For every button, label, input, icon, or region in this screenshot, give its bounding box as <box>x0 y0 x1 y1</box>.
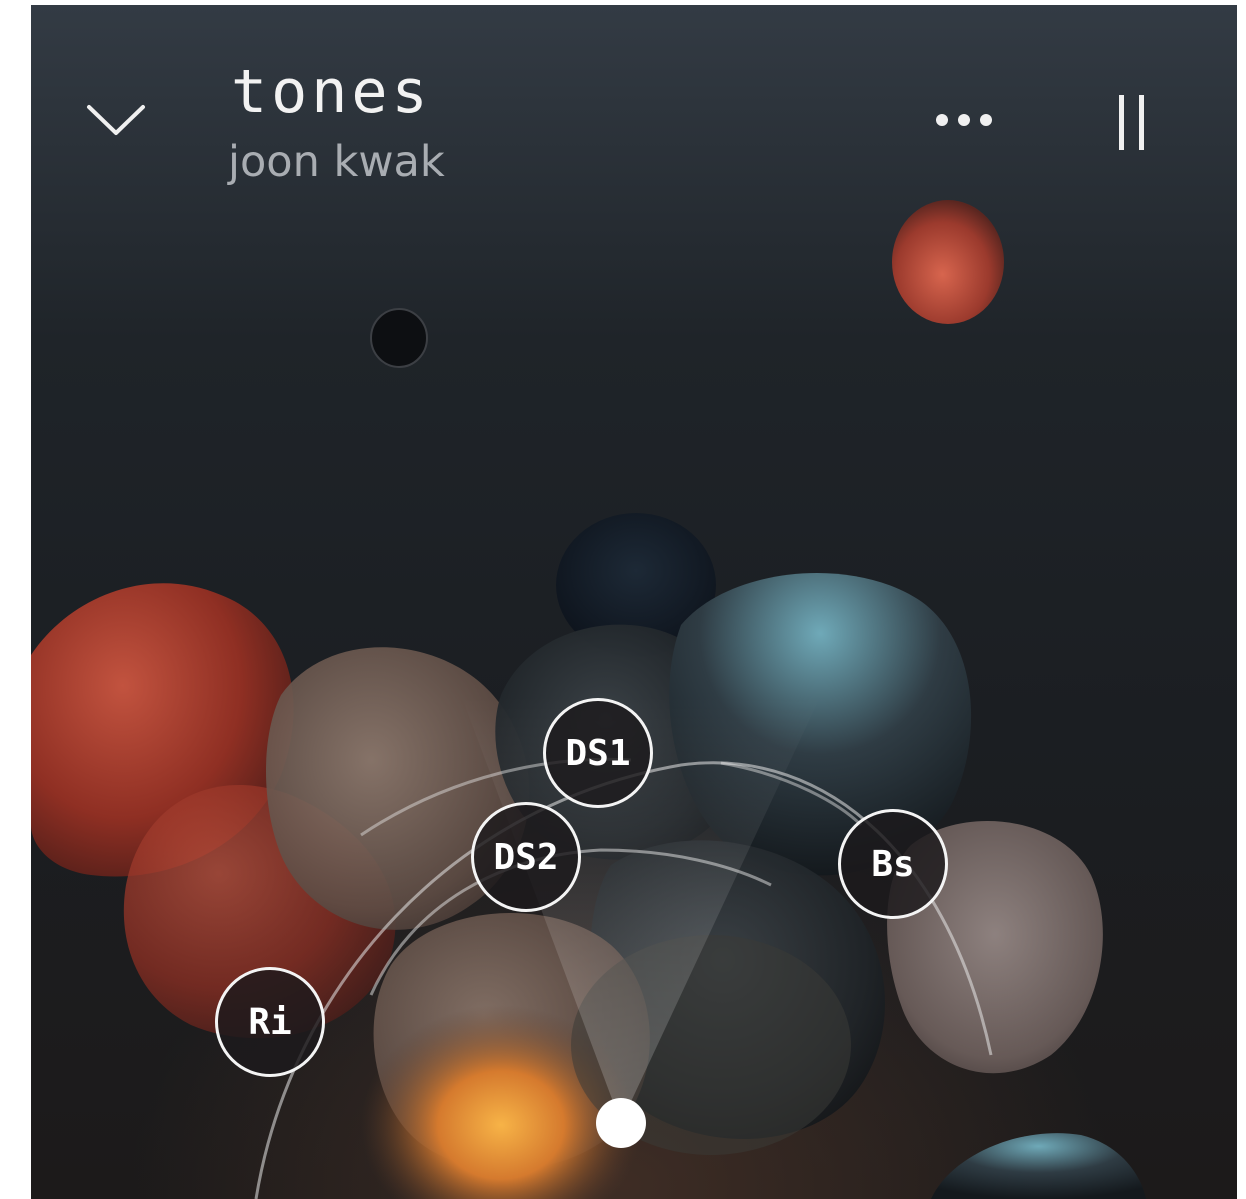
listener-position-handle[interactable] <box>596 1098 646 1148</box>
pause-icon <box>1119 95 1144 150</box>
stem-node-bs[interactable]: Bs <box>838 809 948 919</box>
blob-visualization <box>31 200 1146 1199</box>
stem-label: DS1 <box>565 732 631 774</box>
stem-label: DS2 <box>493 836 559 878</box>
stem-label: Bs <box>871 843 915 885</box>
stem-node-ds1[interactable]: DS1 <box>543 698 653 808</box>
chevron-down-icon <box>87 105 145 135</box>
pause-button[interactable] <box>1106 90 1156 155</box>
stem-node-ds2[interactable]: DS2 <box>471 802 581 912</box>
player-screen: tones joon kwak DS1 DS2 Bs Ri <box>31 5 1237 1199</box>
artist-name: joon kwak <box>228 137 445 187</box>
track-title: tones <box>231 57 432 127</box>
stem-node-ri[interactable]: Ri <box>215 967 325 1077</box>
stem-label: Ri <box>248 1001 292 1043</box>
more-horizontal-icon <box>936 114 992 126</box>
small-red-sphere <box>892 200 1004 324</box>
collapse-button[interactable] <box>81 95 151 145</box>
teal-blob-corner <box>931 1133 1146 1199</box>
small-dark-sphere <box>370 308 428 368</box>
more-options-button[interactable] <box>926 105 1006 135</box>
